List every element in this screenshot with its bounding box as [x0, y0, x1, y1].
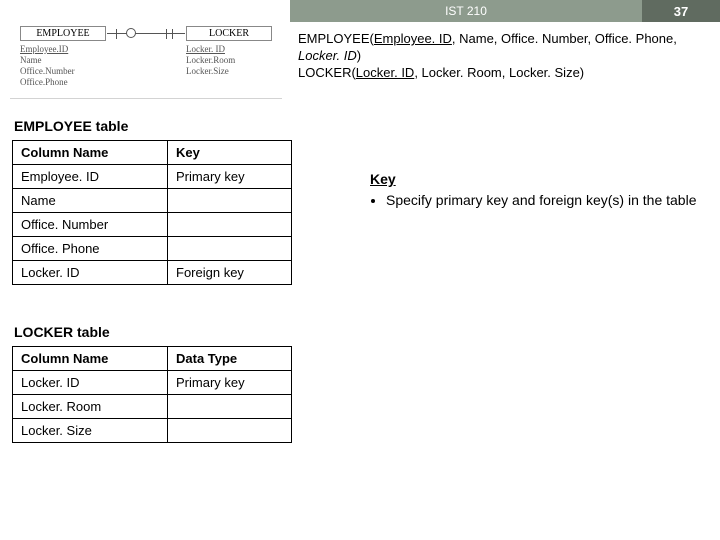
table-row: Office. Phone — [13, 237, 292, 261]
th-column-name: Column Name — [13, 347, 168, 371]
slide-number: 37 — [642, 0, 720, 22]
entity-locker: LOCKER — [186, 26, 272, 41]
attr: Office.Number — [20, 66, 75, 77]
table-row: Locker. Room — [13, 395, 292, 419]
cell-col: Locker. ID — [13, 371, 168, 395]
table-header-row: Column Name Key — [13, 141, 292, 165]
relationship-line — [107, 33, 185, 34]
cell-col: Name — [13, 189, 168, 213]
employee-table-heading: EMPLOYEE table — [14, 118, 128, 134]
attr: Name — [20, 55, 75, 66]
cell-col: Locker. Size — [13, 419, 168, 443]
locker-table: Column Name Data Type Locker. IDPrimary … — [12, 346, 292, 443]
cell-col: Office. Phone — [13, 237, 168, 261]
table-row: Locker. IDForeign key — [13, 261, 292, 285]
attr: Employee.ID — [20, 44, 75, 55]
table-row: Locker. IDPrimary key — [13, 371, 292, 395]
cell-col: Locker. ID — [13, 261, 168, 285]
th-key: Key — [168, 141, 292, 165]
cell-key — [168, 395, 292, 419]
cell-key — [168, 189, 292, 213]
key-bullet: Specify primary key and foreign key(s) i… — [386, 191, 700, 210]
txt: , Locker. Room, Locker. Size) — [414, 65, 584, 80]
txt: EMPLOYEE( — [298, 31, 374, 46]
attr: Locker. ID — [186, 44, 235, 55]
employee-attrs: Employee.ID Name Office.Number Office.Ph… — [20, 44, 75, 88]
entity-employee: EMPLOYEE — [20, 26, 106, 41]
txt: , Name, Office. Number, Office. Phone, — [452, 31, 677, 46]
txt: LOCKER( — [298, 65, 356, 80]
fk: Locker. ID — [298, 48, 357, 63]
key-title: Key — [370, 171, 396, 187]
header-gap — [0, 0, 290, 22]
table-header-row: Column Name Data Type — [13, 347, 292, 371]
cell-key — [168, 237, 292, 261]
txt: ) — [357, 48, 361, 63]
cardinality-tick — [116, 29, 117, 39]
slide-header: IST 210 37 — [0, 0, 720, 22]
employee-table: Column Name Key Employee. IDPrimary key … — [12, 140, 292, 285]
table-row: Name — [13, 189, 292, 213]
relational-schema-text: EMPLOYEE(Employee. ID, Name, Office. Num… — [298, 30, 708, 81]
divider — [10, 98, 282, 99]
key-explanation: Key Specify primary key and foreign key(… — [370, 170, 700, 210]
cardinality-tick — [166, 29, 167, 39]
schema-line-employee: EMPLOYEE(Employee. ID, Name, Office. Num… — [298, 30, 708, 64]
cell-key — [168, 419, 292, 443]
pk: Locker. ID — [356, 65, 415, 80]
table-row: Office. Number — [13, 213, 292, 237]
cell-key: Primary key — [168, 371, 292, 395]
pk: Employee. ID — [374, 31, 452, 46]
locker-table-heading: LOCKER table — [14, 324, 110, 340]
th-datatype: Data Type — [168, 347, 292, 371]
table-row: Locker. Size — [13, 419, 292, 443]
cardinality-tick — [172, 29, 173, 39]
cell-col: Employee. ID — [13, 165, 168, 189]
cell-col: Office. Number — [13, 213, 168, 237]
attr: Locker.Room — [186, 55, 235, 66]
attr: Office.Phone — [20, 77, 75, 88]
schema-line-locker: LOCKER(Locker. ID, Locker. Room, Locker.… — [298, 64, 708, 81]
cell-key — [168, 213, 292, 237]
attr: Locker.Size — [186, 66, 235, 77]
cell-key: Primary key — [168, 165, 292, 189]
locker-attrs: Locker. ID Locker.Room Locker.Size — [186, 44, 235, 77]
cardinality-circle-icon — [126, 28, 136, 38]
er-diagram: EMPLOYEE LOCKER Employee.ID Name Office.… — [6, 26, 286, 102]
cell-key: Foreign key — [168, 261, 292, 285]
cell-col: Locker. Room — [13, 395, 168, 419]
table-row: Employee. IDPrimary key — [13, 165, 292, 189]
course-label: IST 210 — [290, 0, 642, 22]
th-column-name: Column Name — [13, 141, 168, 165]
